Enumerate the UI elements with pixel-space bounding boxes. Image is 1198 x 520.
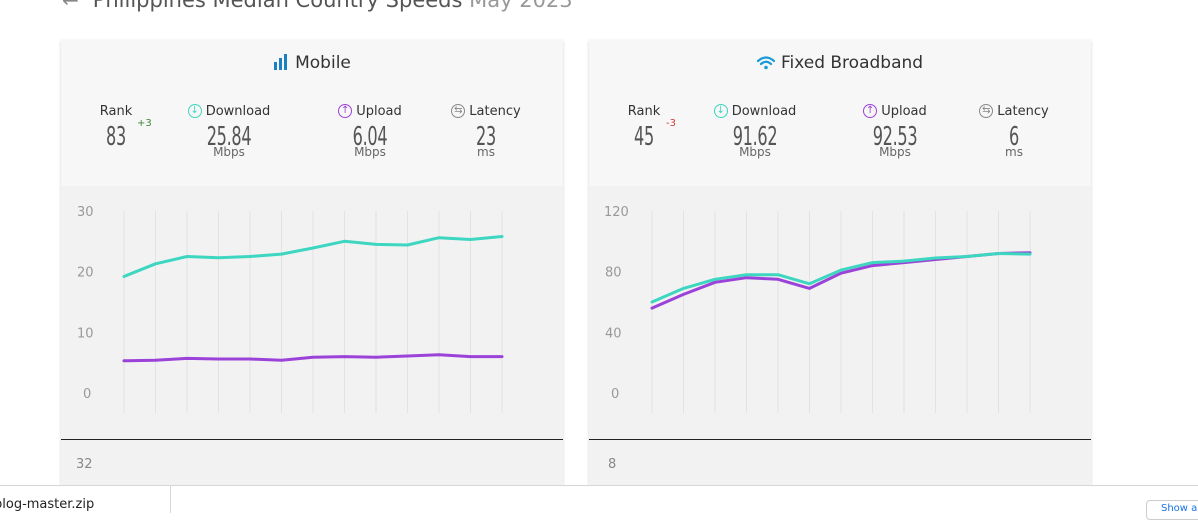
rank-label: Rank bbox=[99, 103, 133, 119]
page-title: ← Philippines Median Country Speeds May … bbox=[62, 0, 573, 18]
y-tick-label: 30 bbox=[77, 205, 94, 220]
latency-icon: ⇆ bbox=[979, 104, 994, 118]
fixed-card-title: Fixed Broadband bbox=[589, 53, 1091, 75]
download-arrow-icon: ↓ bbox=[187, 104, 202, 118]
mobile-latency: ⇆ Latency 23 ms bbox=[431, 102, 541, 159]
y-tick-label: 10 bbox=[77, 326, 94, 341]
mobile-upload: ↑ Upload 6.04 Mbps bbox=[315, 102, 425, 159]
y-tick-label: 0 bbox=[83, 387, 91, 402]
mobile-title-label: Mobile bbox=[295, 53, 351, 73]
upload-label: Upload bbox=[356, 103, 402, 119]
upload-label: Upload bbox=[881, 103, 927, 119]
fixed-chart-svg: 0 40 80 120 bbox=[604, 205, 1032, 413]
latency-value: 23 bbox=[476, 122, 496, 152]
arrow-left-icon[interactable]: ← bbox=[62, 0, 86, 12]
fixed-download: ↓ Download 91.62 Mbps bbox=[700, 102, 810, 159]
mobile-speed-chart: 0 10 20 30 bbox=[61, 186, 563, 439]
signal-bars-icon bbox=[273, 54, 289, 75]
upload-arrow-icon: ↑ bbox=[863, 104, 878, 118]
fixed-rank: Rank 45 bbox=[589, 102, 699, 153]
y-tick-label: 0 bbox=[611, 387, 619, 402]
upload-value: 6.04 bbox=[352, 122, 388, 152]
y-tick-label: 40 bbox=[605, 326, 622, 341]
y-tick-label: 32 bbox=[76, 457, 93, 472]
fixed-card-header: Fixed Broadband Rank 45 -3 ↓ Download 91.… bbox=[589, 40, 1091, 186]
download-arrow-icon: ↓ bbox=[713, 104, 728, 118]
mobile-card-header: Mobile Rank 83 +3 ↓ Download 25.84 Mbps ↑… bbox=[61, 40, 563, 186]
rank-change: +3 bbox=[137, 118, 152, 129]
fixed-card: Fixed Broadband Rank 45 -3 ↓ Download 91.… bbox=[589, 40, 1091, 495]
fixed-upload: ↑ Upload 92.53 Mbps bbox=[840, 102, 950, 159]
fixed-latency: ⇆ Latency 6 ms bbox=[959, 102, 1069, 159]
mobile-chart-svg: 0 10 20 30 bbox=[77, 205, 504, 413]
latency-label: Latency bbox=[469, 103, 521, 119]
upload-arrow-icon: ↑ bbox=[338, 104, 353, 118]
download-label: Download bbox=[205, 103, 271, 119]
download-value: 25.84 bbox=[206, 122, 252, 152]
mobile-card-title: Mobile bbox=[61, 53, 563, 75]
wifi-icon bbox=[756, 55, 776, 75]
download-item[interactable]: blog-master.zip bbox=[0, 486, 171, 513]
latency-label: Latency bbox=[997, 103, 1049, 119]
mobile-download: ↓ Download 25.84 Mbps bbox=[174, 102, 284, 159]
fixed-speed-chart: 0 40 80 120 bbox=[589, 186, 1091, 439]
upload-value: 92.53 bbox=[872, 122, 918, 152]
y-tick-label: 80 bbox=[605, 266, 622, 281]
latency-icon: ⇆ bbox=[451, 104, 466, 118]
mobile-card: Mobile Rank 83 +3 ↓ Download 25.84 Mbps ↑… bbox=[61, 40, 563, 495]
download-shelf: blog-master.zip Show all bbox=[0, 485, 1198, 520]
y-tick-label: 120 bbox=[604, 205, 629, 220]
download-file-name: blog-master.zip bbox=[0, 497, 95, 512]
y-tick-label: 8 bbox=[608, 457, 617, 472]
rank-change: -3 bbox=[666, 118, 676, 129]
page-title-text: Philippines Median Country Speeds bbox=[92, 0, 463, 12]
fixed-title-label: Fixed Broadband bbox=[780, 53, 924, 73]
show-all-button[interactable]: Show all bbox=[1146, 500, 1198, 520]
download-label: Download bbox=[731, 103, 797, 119]
y-tick-label: 20 bbox=[77, 266, 94, 281]
rank-label: Rank bbox=[627, 103, 661, 119]
page-title-month: May 2023 bbox=[469, 0, 573, 12]
download-value: 91.62 bbox=[732, 122, 778, 152]
latency-value: 6 bbox=[1009, 122, 1019, 152]
mobile-rank: Rank 83 bbox=[61, 102, 171, 153]
